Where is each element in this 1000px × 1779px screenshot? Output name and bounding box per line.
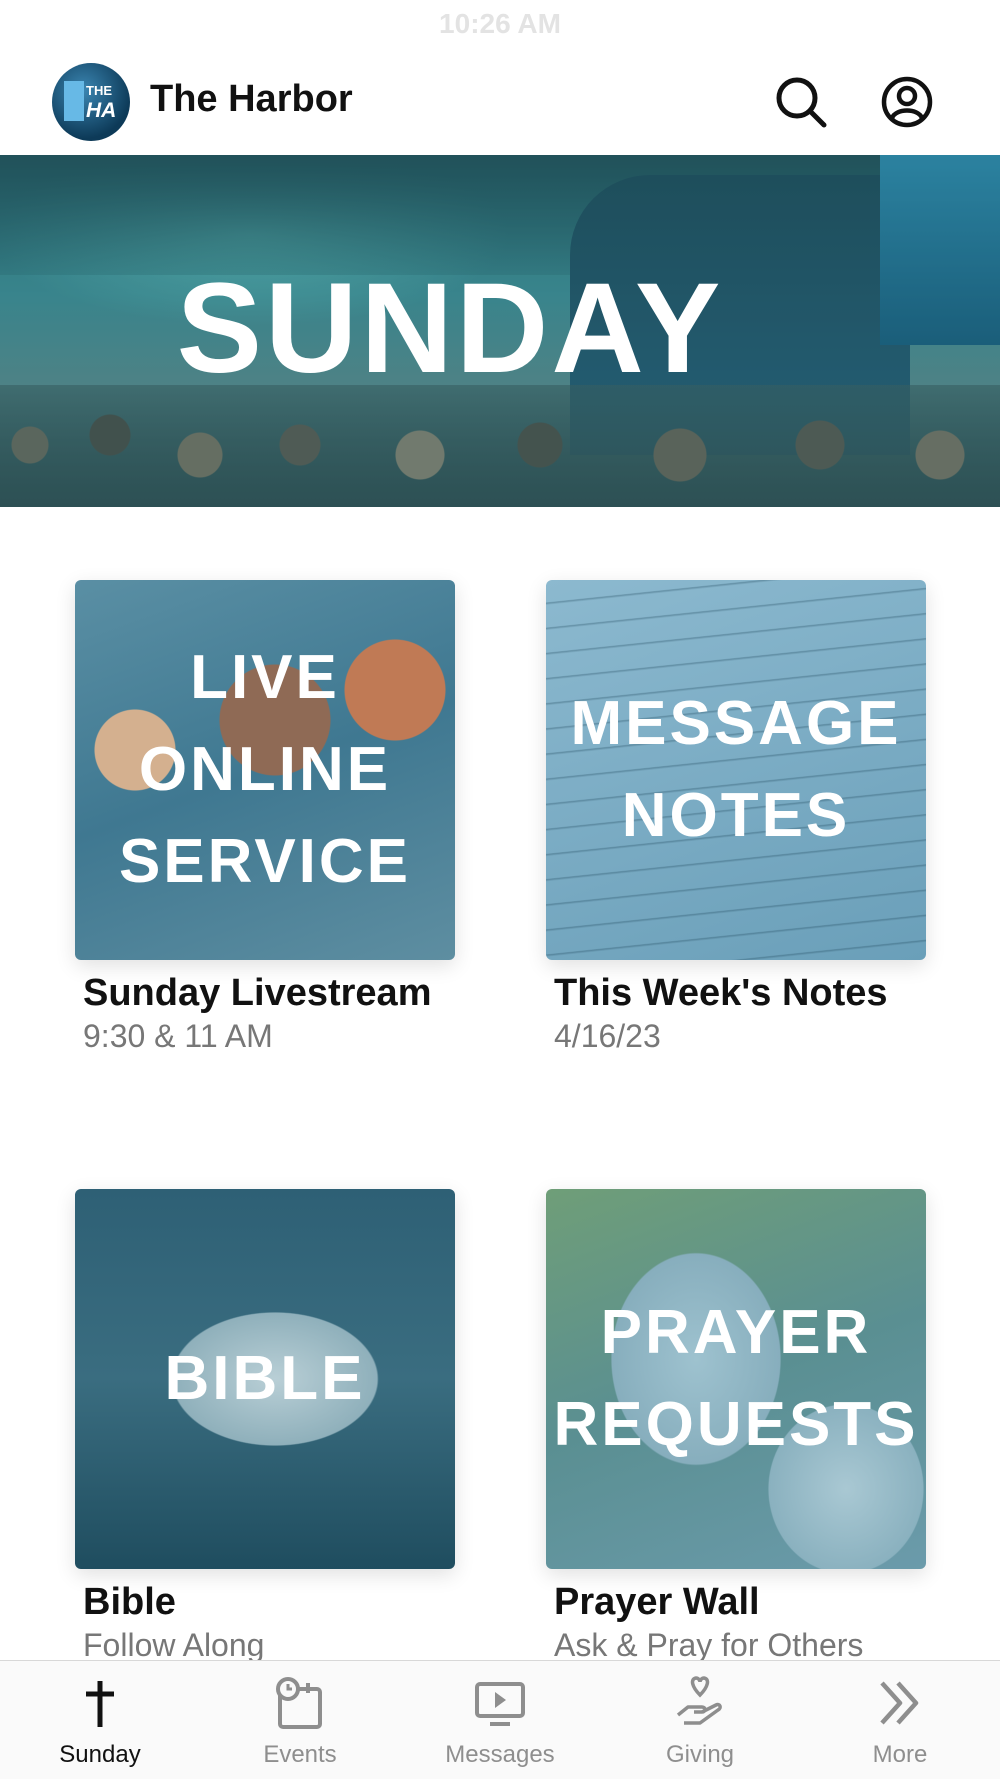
card-subtitle: Ask & Pray for Others bbox=[554, 1627, 864, 1663]
calendar-clock-icon bbox=[276, 1677, 322, 1729]
card-subtitle: 4/16/23 bbox=[554, 1018, 661, 1054]
card-title: Sunday Livestream bbox=[83, 972, 432, 1014]
card-title: This Week's Notes bbox=[554, 972, 888, 1014]
video-icon bbox=[475, 1682, 525, 1726]
app-title: The Harbor bbox=[150, 78, 353, 120]
card-overlay-text: BIBLE bbox=[164, 1344, 366, 1413]
card-image-message-notes[interactable]: MESSAGE NOTES bbox=[546, 580, 926, 960]
tab-giving[interactable]: Giving bbox=[600, 1661, 800, 1779]
tab-label: Giving bbox=[665, 1741, 735, 1768]
card-subtitle: Follow Along bbox=[83, 1627, 265, 1663]
hero-title: SUNDAY bbox=[176, 257, 724, 400]
tab-label: More bbox=[872, 1741, 928, 1768]
status-time: 10:26 AM bbox=[439, 8, 561, 39]
hero-banner[interactable]: SUNDAY bbox=[0, 155, 1000, 507]
tab-sunday[interactable]: Sunday bbox=[0, 1661, 200, 1779]
card-overlay-text: LIVE ONLINE SERVICE bbox=[118, 643, 412, 896]
search-icon[interactable] bbox=[774, 75, 828, 129]
giving-hand-icon bbox=[676, 1676, 722, 1725]
cross-icon bbox=[86, 1681, 114, 1727]
church-logo[interactable]: THE HA bbox=[52, 63, 130, 141]
card-subtitle: 9:30 & 11 AM bbox=[83, 1018, 273, 1054]
tab-more[interactable]: More bbox=[800, 1661, 1000, 1779]
logo-text-top: THE bbox=[86, 83, 112, 98]
card-title: Prayer Wall bbox=[554, 1581, 760, 1623]
logo-building-mark bbox=[64, 81, 84, 121]
double-chevron-icon bbox=[880, 1681, 919, 1725]
tab-messages[interactable]: Messages bbox=[400, 1661, 600, 1779]
card-image-bible[interactable]: BIBLE bbox=[75, 1189, 455, 1569]
bottom-tab-bar: Sunday Events Messages Giving More bbox=[0, 1660, 1000, 1779]
card-overlay-text: PRAYER REQUESTS bbox=[553, 1298, 919, 1459]
tab-label: Messages bbox=[445, 1741, 555, 1768]
account-icon[interactable] bbox=[880, 75, 934, 129]
card-title: Bible bbox=[83, 1581, 176, 1623]
app-header: THE HA The Harbor bbox=[0, 60, 1000, 150]
tab-label: Events bbox=[263, 1741, 337, 1768]
card-image-live-service[interactable]: LIVE ONLINE SERVICE bbox=[75, 580, 455, 960]
tab-label: Sunday bbox=[59, 1741, 141, 1768]
card-image-prayer-requests[interactable]: PRAYER REQUESTS bbox=[546, 1189, 926, 1569]
card-overlay-text: MESSAGE NOTES bbox=[570, 689, 902, 850]
logo-text-bottom: HA bbox=[86, 99, 117, 122]
tab-events[interactable]: Events bbox=[200, 1661, 400, 1779]
